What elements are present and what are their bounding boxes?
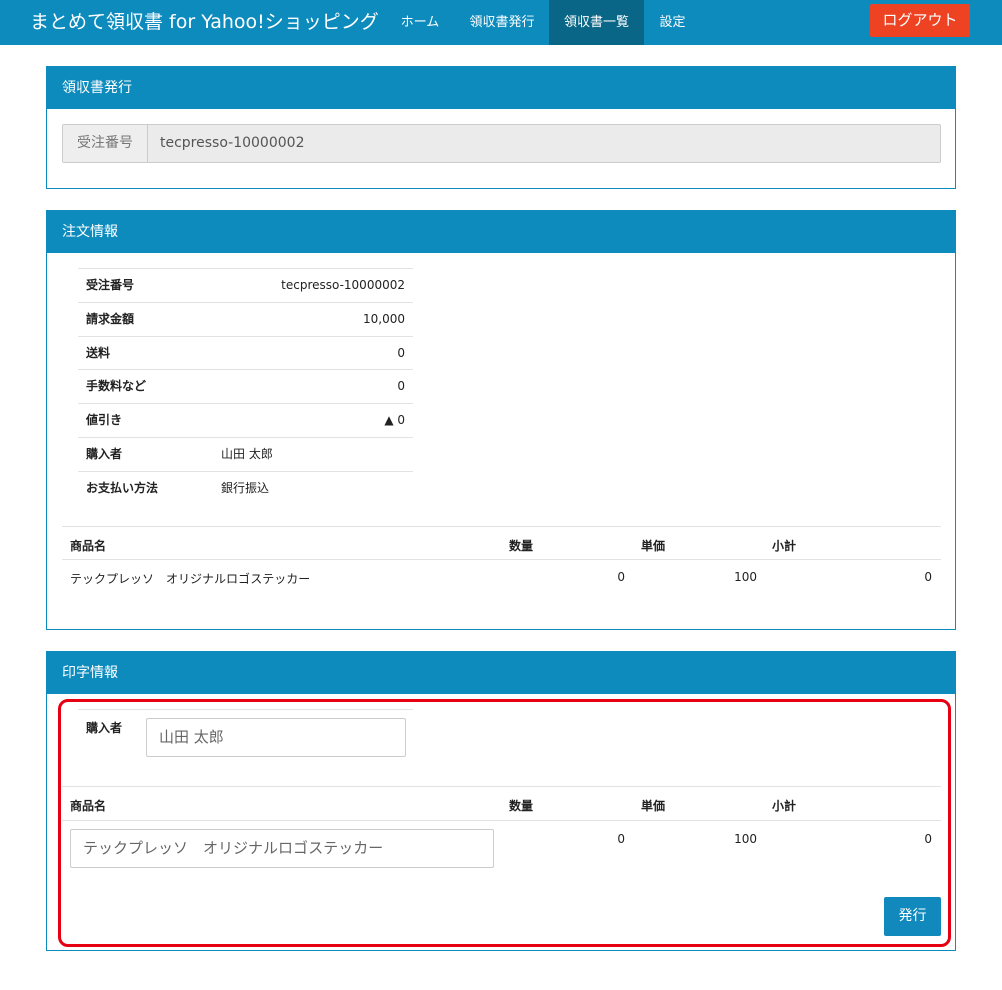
- order-number-value: tecpresso-10000002: [160, 135, 305, 151]
- order-info-value: 0: [397, 346, 405, 360]
- order-info-row: 請求金額 10,000: [78, 302, 413, 336]
- issue-receipt-panel: 領収書発行 受注番号 tecpresso-10000002: [46, 66, 956, 189]
- order-number-label: 受注番号: [63, 125, 148, 162]
- item-subtotal: 0: [924, 570, 932, 584]
- nav-item-receipt-list[interactable]: 領収書一覧: [549, 0, 644, 45]
- order-info-panel-title: 注文情報: [47, 211, 955, 253]
- order-info-key: 受注番号: [86, 278, 135, 292]
- items-header-name: 商品名: [70, 539, 107, 553]
- nav-item-settings[interactable]: 設定: [645, 0, 700, 45]
- item-qty: 0: [617, 570, 625, 584]
- order-info-value: 山田 太郎: [221, 447, 273, 461]
- order-info-row: お支払い方法 銀行振込: [78, 471, 413, 505]
- items-header-price: 単価: [641, 539, 666, 553]
- order-info-key: お支払い方法: [86, 481, 159, 495]
- order-info-row: 手数料など 0: [78, 369, 413, 403]
- order-info-row: 受注番号 tecpresso-10000002: [78, 268, 413, 302]
- highlight-annotation-box: [58, 699, 951, 947]
- print-info-panel-title: 印字情報: [47, 652, 955, 694]
- order-info-row: 送料 0: [78, 336, 413, 370]
- table-divider: [62, 526, 941, 527]
- issue-receipt-panel-title: 領収書発行: [47, 67, 955, 109]
- logout-button[interactable]: ログアウト: [870, 4, 970, 37]
- order-info-key: 請求金額: [86, 312, 135, 326]
- item-name: テックプレッソ オリジナルロゴステッカー: [70, 572, 311, 586]
- nav-item-issue-receipt[interactable]: 領収書発行: [456, 0, 548, 45]
- order-info-value: 銀行振込: [221, 481, 270, 495]
- table-divider: [62, 559, 941, 560]
- order-info-value: ▲ 0: [384, 413, 405, 427]
- print-info-panel: 印字情報 購入者 山田 太郎 商品名 数量 単価 小計 テックプレッソ オリジナ…: [46, 651, 956, 951]
- app-brand[interactable]: まとめて領収書 for Yahoo!ショッピング: [30, 0, 379, 45]
- item-price: 100: [734, 570, 757, 584]
- nav-item-home[interactable]: ホーム: [386, 0, 454, 45]
- order-info-key: 購入者: [86, 447, 123, 461]
- order-info-value: 10,000: [363, 312, 405, 326]
- order-info-key: 手数料など: [86, 379, 147, 393]
- order-info-value: tecpresso-10000002: [281, 278, 405, 292]
- order-number-field: 受注番号 tecpresso-10000002: [62, 124, 941, 163]
- order-info-panel: 注文情報 受注番号 tecpresso-10000002 請求金額 10,000…: [46, 210, 956, 630]
- order-info-value: 0: [397, 379, 405, 393]
- order-info-row: 値引き ▲ 0: [78, 403, 413, 437]
- top-navbar: まとめて領収書 for Yahoo!ショッピング ホーム 領収書発行 領収書一覧…: [0, 0, 1002, 45]
- order-info-key: 値引き: [86, 413, 123, 427]
- order-info-key: 送料: [86, 346, 111, 360]
- items-header-subtotal: 小計: [772, 539, 797, 553]
- items-header-qty: 数量: [509, 539, 534, 553]
- order-info-row: 購入者 山田 太郎: [78, 437, 413, 471]
